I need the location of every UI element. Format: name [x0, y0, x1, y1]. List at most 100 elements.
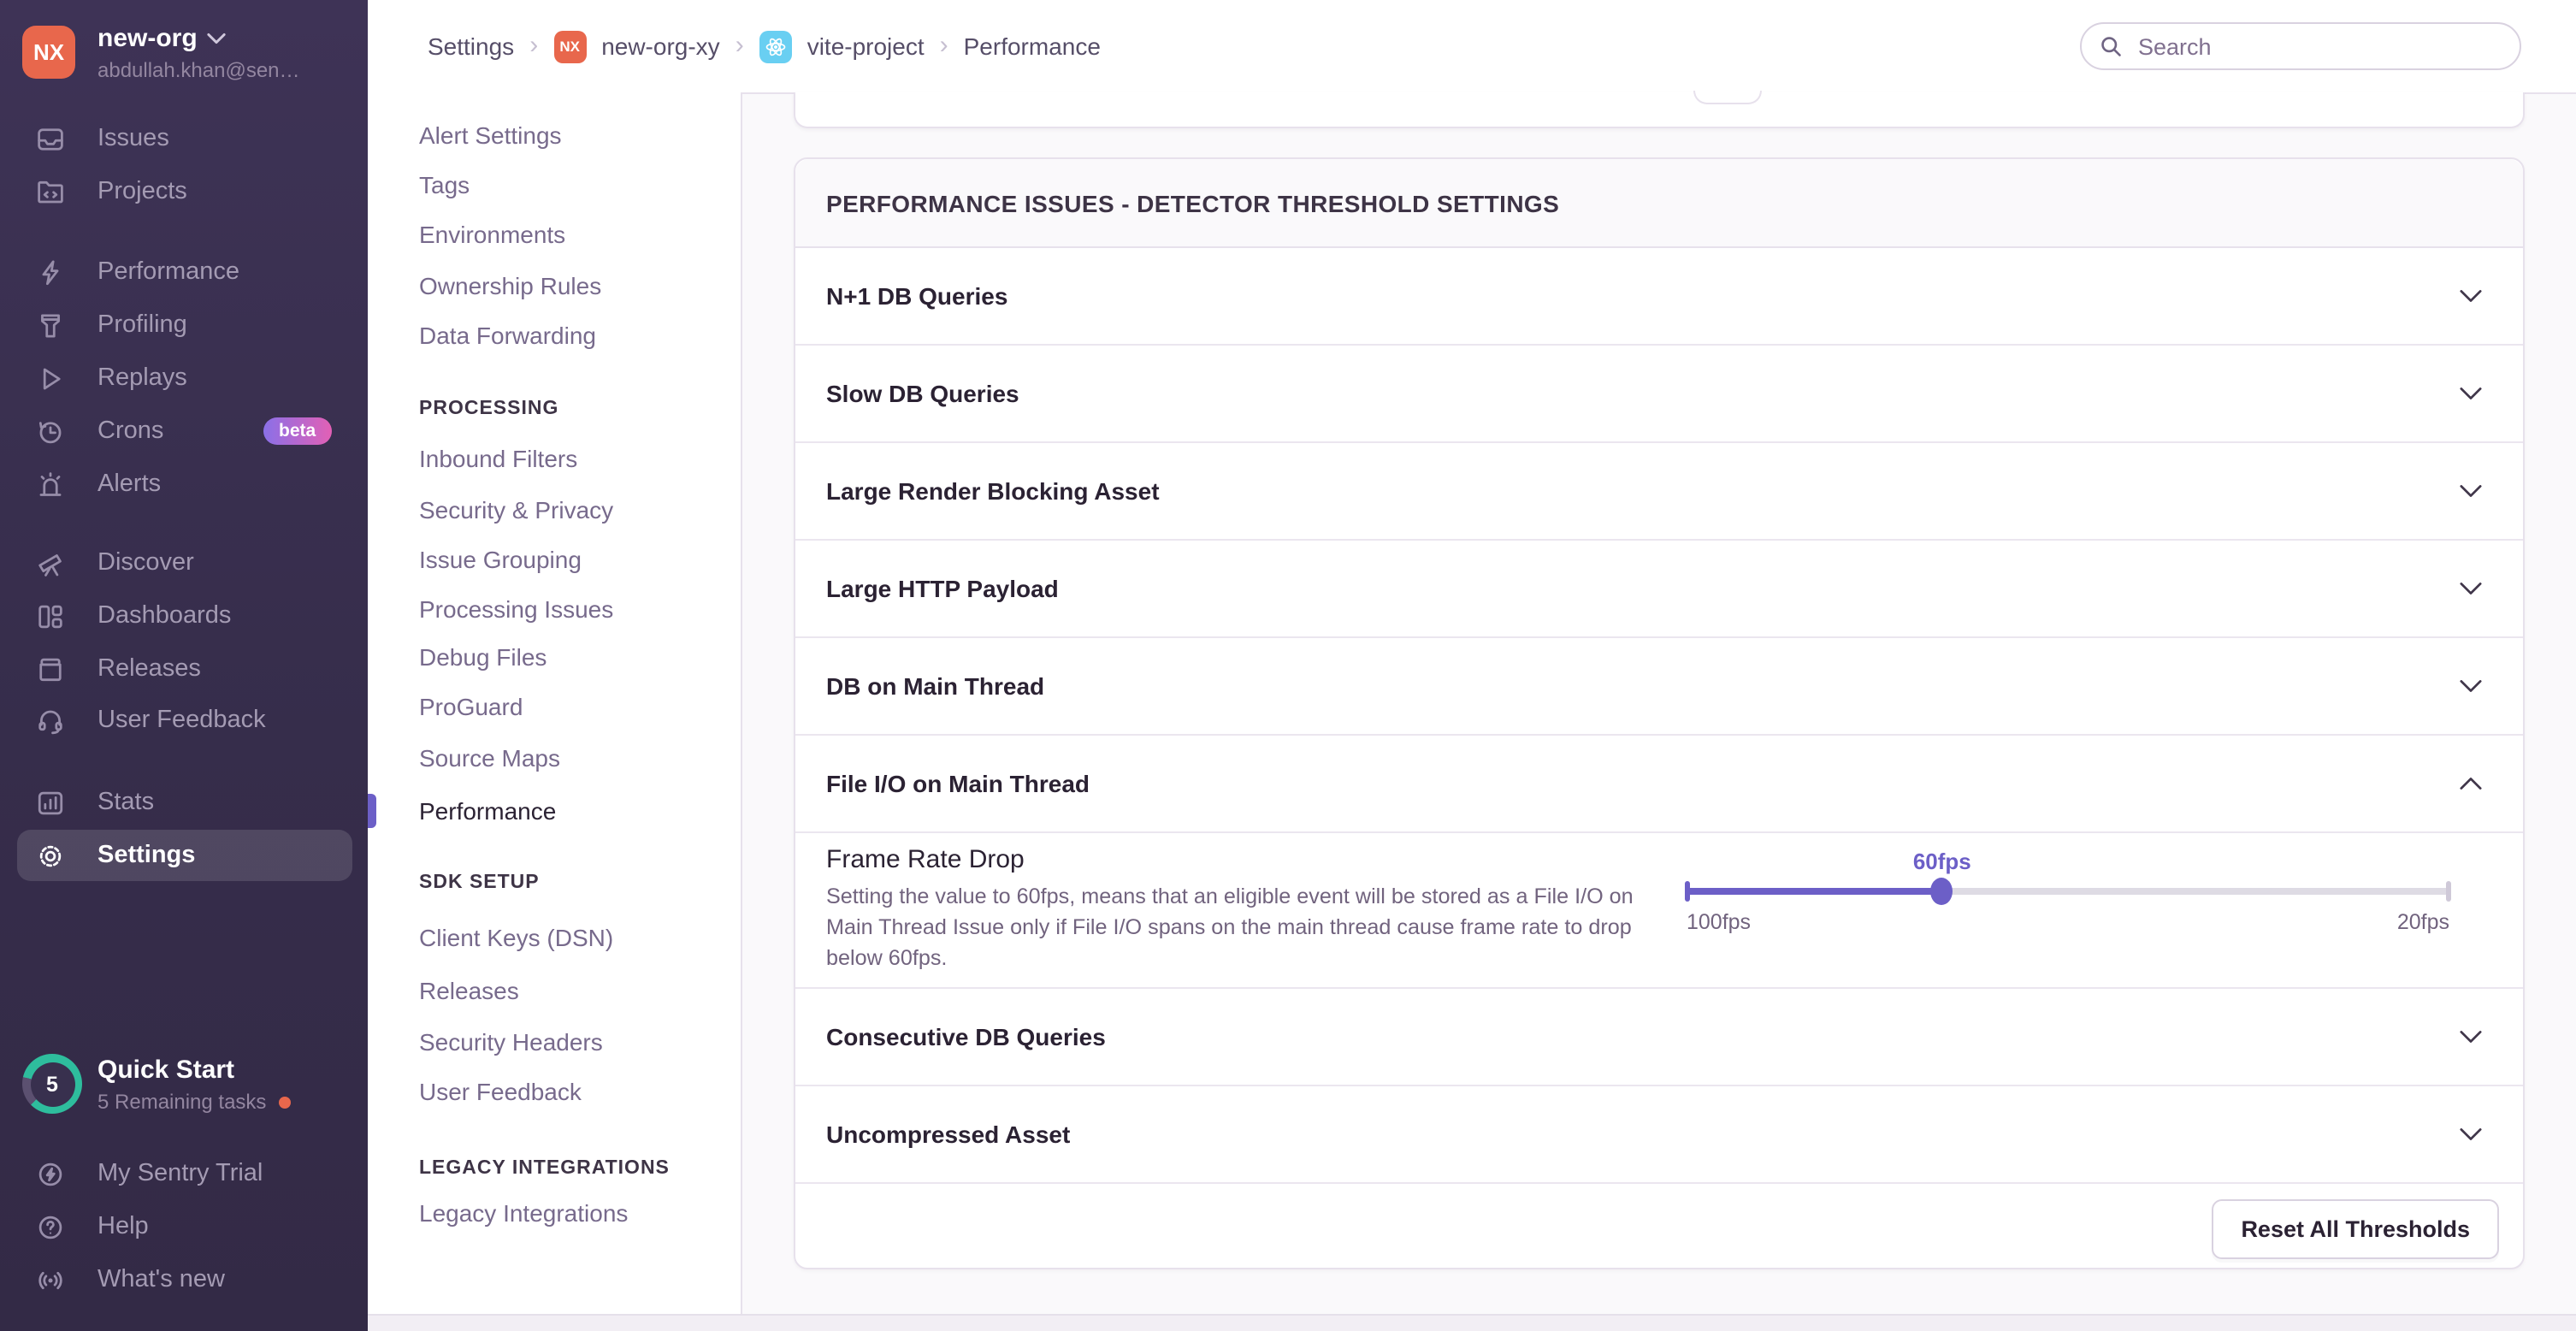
row-label: Large HTTP Payload: [826, 575, 1059, 602]
issues-icon: [34, 123, 65, 154]
breadcrumb-project[interactable]: vite-project: [807, 33, 925, 60]
sidebar-item-alerts[interactable]: Alerts: [0, 458, 368, 510]
sidebar-item-releases[interactable]: Releases: [0, 643, 368, 695]
bottom-scrollbar-track[interactable]: [368, 1314, 2576, 1331]
settings-nav-alert-settings[interactable]: Alert Settings: [419, 121, 562, 149]
accordion-row-slow-db-queries[interactable]: Slow DB Queries: [795, 346, 2523, 443]
sidebar-item-label: My Sentry Trial: [97, 1160, 263, 1187]
sidebar-item-my-sentry-trial[interactable]: My Sentry Trial: [0, 1148, 368, 1199]
frame-rate-drop-title: Frame Rate Drop: [826, 845, 1025, 874]
breadcrumb-org[interactable]: new-org-xy: [601, 33, 720, 60]
accordion-row-n1-db-queries[interactable]: N+1 DB Queries: [795, 248, 2523, 346]
sidebar-item-crons[interactable]: Crons beta: [0, 405, 368, 457]
breadcrumb: Settings › NX new-org-xy › vite-project …: [428, 0, 1101, 92]
slider-max-label: 20fps: [2397, 910, 2449, 934]
bar-chart-icon: [34, 787, 65, 818]
accordion-row-consecutive-db-queries[interactable]: Consecutive DB Queries: [795, 989, 2523, 1086]
sidebar-item-stats[interactable]: Stats: [0, 777, 368, 828]
org-avatar[interactable]: NX: [22, 26, 75, 79]
sidebar-item-discover[interactable]: Discover: [0, 537, 368, 589]
org-email: abdullah.khan@sen…: [97, 58, 354, 82]
accordion-row-db-on-main-thread[interactable]: DB on Main Thread: [795, 638, 2523, 736]
archive-box-icon: [34, 654, 65, 684]
search-icon: [2099, 34, 2123, 58]
settings-nav-performance[interactable]: Performance: [419, 797, 556, 825]
sidebar-item-replays[interactable]: Replays: [0, 352, 368, 404]
sidebar-item-issues[interactable]: Issues: [0, 113, 368, 164]
breadcrumb-separator: ›: [529, 30, 538, 59]
sidebar-item-label: Projects: [97, 178, 187, 205]
sidebar-item-label: Crons: [97, 417, 163, 445]
settings-nav-source-maps[interactable]: Source Maps: [419, 744, 560, 772]
quickstart-title[interactable]: Quick Start: [97, 1056, 234, 1085]
chevron-up-icon: [2460, 777, 2482, 790]
projects-icon: [34, 176, 65, 207]
settings-nav-security-privacy[interactable]: Security & Privacy: [419, 496, 613, 524]
settings-nav-security-headers[interactable]: Security Headers: [419, 1028, 603, 1056]
search-box[interactable]: [2080, 22, 2521, 70]
search-input[interactable]: [2135, 32, 2484, 61]
breadcrumb-settings[interactable]: Settings: [428, 33, 514, 60]
settings-nav-releases[interactable]: Releases: [419, 977, 519, 1004]
settings-nav-processing-issues[interactable]: Processing Issues: [419, 595, 613, 623]
settings-nav-inbound-filters[interactable]: Inbound Filters: [419, 445, 577, 472]
sidebar-item-whats-new[interactable]: What's new: [0, 1254, 368, 1305]
sidebar-item-projects[interactable]: Projects: [0, 166, 368, 217]
sidebar-item-label: Issues: [97, 125, 169, 152]
settings-nav-issue-grouping[interactable]: Issue Grouping: [419, 546, 582, 573]
breadcrumb-page[interactable]: Performance: [964, 33, 1101, 60]
sidebar-item-performance[interactable]: Performance: [0, 246, 368, 298]
accordion-row-large-render-blocking-asset[interactable]: Large Render Blocking Asset: [795, 443, 2523, 541]
beta-badge: beta: [263, 417, 331, 445]
chevron-down-icon: [2460, 1030, 2482, 1044]
slider-thumb[interactable]: [1931, 878, 1953, 905]
sidebar-item-label: Alerts: [97, 470, 161, 498]
card-notch: [1693, 91, 1762, 104]
row-label: Slow DB Queries: [826, 380, 1019, 407]
play-icon: [34, 363, 65, 393]
settings-nav-debug-files[interactable]: Debug Files: [419, 643, 547, 671]
quickstart-count: 5: [30, 1062, 74, 1106]
row-label: File I/O on Main Thread: [826, 770, 1090, 797]
frame-rate-slider[interactable]: 60fps 100fps 20fps: [1687, 833, 2449, 987]
chevron-down-icon: [2460, 1127, 2482, 1141]
quickstart-subtitle-text: 5 Remaining tasks: [97, 1090, 266, 1114]
frame-rate-drop-description: Setting the value to 60fps, means that a…: [826, 881, 1676, 973]
sidebar-item-label: Performance: [97, 258, 239, 286]
settings-nav-proguard[interactable]: ProGuard: [419, 693, 523, 720]
settings-nav-data-forwarding[interactable]: Data Forwarding: [419, 322, 596, 349]
chevron-down-icon: [2460, 679, 2482, 693]
accordion-row-file-io-on-main-thread[interactable]: File I/O on Main Thread: [795, 736, 2523, 833]
telescope-icon: [34, 547, 65, 578]
accordion-row-uncompressed-asset[interactable]: Uncompressed Asset: [795, 1086, 2523, 1184]
chevron-down-icon: [2460, 387, 2482, 400]
dashboard-grid-icon: [34, 600, 65, 631]
reset-all-thresholds-button[interactable]: Reset All Thresholds: [2212, 1198, 2499, 1258]
settings-nav-ownership-rules[interactable]: Ownership Rules: [419, 272, 601, 299]
row-label: Uncompressed Asset: [826, 1121, 1070, 1148]
slider-left-cap: [1685, 881, 1690, 902]
panel-footer: Reset All Thresholds: [795, 1184, 2523, 1273]
primary-sidebar: NX new-org abdullah.khan@sen… Issues Pro…: [0, 0, 368, 1331]
settings-nav-client-keys[interactable]: Client Keys (DSN): [419, 924, 613, 951]
org-badge: NX: [553, 30, 586, 62]
sidebar-item-help[interactable]: Help: [0, 1201, 368, 1252]
accordion-row-large-http-payload[interactable]: Large HTTP Payload: [795, 541, 2523, 638]
settings-nav-legacy-integrations[interactable]: Legacy Integrations: [419, 1199, 628, 1227]
question-circle-icon: [34, 1211, 65, 1242]
org-switcher[interactable]: new-org: [97, 24, 227, 53]
quickstart-progress-ring[interactable]: 5: [22, 1054, 82, 1114]
settings-nav-environments[interactable]: Environments: [419, 221, 565, 248]
sidebar-item-label: Discover: [97, 549, 194, 577]
broadcast-icon: [34, 1264, 65, 1295]
settings-nav-user-feedback[interactable]: User Feedback: [419, 1078, 582, 1105]
notification-dot: [278, 1096, 290, 1108]
gear-icon: [34, 840, 65, 871]
sidebar-item-label: What's new: [97, 1266, 225, 1293]
trial-bolt-circle-icon: [34, 1158, 65, 1189]
sidebar-item-dashboards[interactable]: Dashboards: [0, 590, 368, 642]
sidebar-item-user-feedback[interactable]: User Feedback: [0, 695, 368, 746]
sidebar-item-settings[interactable]: Settings: [17, 830, 352, 881]
sidebar-item-profiling[interactable]: Profiling: [0, 299, 368, 351]
settings-nav-tags[interactable]: Tags: [419, 171, 470, 198]
